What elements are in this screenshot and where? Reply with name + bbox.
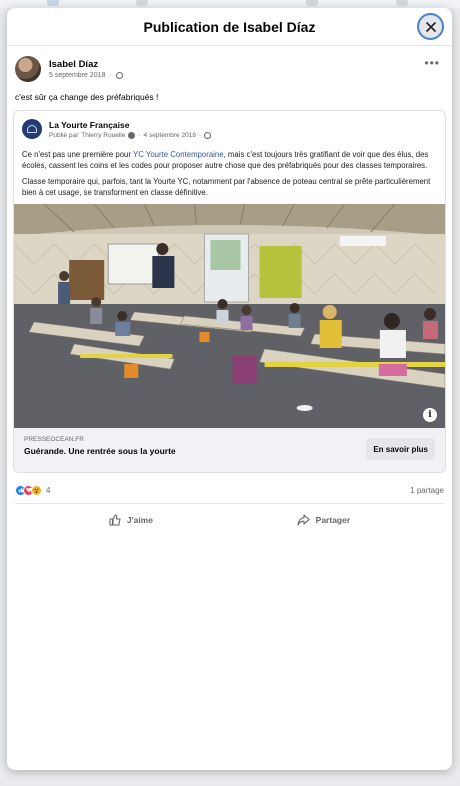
more-options-button[interactable]: ••• <box>424 56 440 70</box>
share-button[interactable]: Partager <box>297 508 351 532</box>
info-icon <box>128 131 136 139</box>
published-by-name[interactable]: Thierry Rouelle <box>81 132 125 139</box>
yurt-logo-icon <box>27 125 37 133</box>
paragraph-text: Ce n'est pas une première pour <box>22 150 133 159</box>
page-name[interactable]: La Yourte Française <box>49 120 211 130</box>
background-toolbar <box>0 0 460 8</box>
share-arrow-icon <box>297 514 310 526</box>
shared-meta: Publié par Thierry Rouelle · 4 septembre… <box>49 131 212 139</box>
globe-icon <box>115 72 123 79</box>
author-name[interactable]: Isabel Díaz <box>49 59 123 70</box>
thumbs-up-icon <box>109 514 121 526</box>
reactions-summary[interactable]: 4 <box>15 484 51 496</box>
info-icon[interactable]: i <box>423 408 437 422</box>
post-date[interactable]: 5 septembre 2018 <box>49 72 105 79</box>
wow-reaction-icon <box>31 484 42 496</box>
classroom-photo <box>14 204 445 428</box>
reactions-row: 4 1 partage <box>7 473 452 499</box>
globe-icon <box>204 131 212 139</box>
like-label: J'aime <box>126 515 153 525</box>
shared-author: La Yourte Française Publié par Thierry R… <box>49 120 212 139</box>
author-block: Isabel Díaz 5 septembre 2018 · <box>49 59 123 79</box>
modal-header: Publication de Isabel Díaz <box>7 8 452 46</box>
dot-separator: · <box>138 131 141 139</box>
published-by-label: Publié par <box>49 131 79 139</box>
link-preview-footer[interactable]: PRESSEOCEAN.FR Guérande. Une rentrée sou… <box>14 428 445 472</box>
shared-date[interactable]: 4 septembre 2018 <box>144 132 196 139</box>
post-header: Isabel Díaz 5 septembre 2018 · ••• <box>7 46 452 82</box>
background-icon <box>136 0 148 6</box>
post-meta: 5 septembre 2018 · <box>49 72 123 79</box>
background-icon <box>47 0 59 6</box>
page-link[interactable]: YC Yourte Contemporaine <box>133 150 224 159</box>
shared-post: La Yourte Française Publié par Thierry R… <box>13 110 446 473</box>
close-button[interactable] <box>417 13 444 40</box>
post-modal: Publication de Isabel Díaz Isabel Díaz 5… <box>7 8 452 770</box>
dot-separator: · <box>109 72 112 79</box>
author-avatar[interactable] <box>15 56 41 82</box>
like-button[interactable]: J'aime <box>109 508 153 532</box>
post-text: c'est sûr ça change des préfabriqués ! <box>15 92 159 102</box>
shared-paragraph-2: Classe temporaire qui, parfois, tant la … <box>22 177 431 197</box>
close-icon <box>425 21 436 32</box>
background-icon <box>396 0 408 6</box>
background-icon <box>306 0 318 6</box>
page-avatar[interactable] <box>22 119 42 139</box>
post-actions: J'aime Partager <box>7 504 452 536</box>
more-icon: ••• <box>424 56 440 70</box>
shared-body: Ce n'est pas une première pour YC Yourte… <box>14 139 445 198</box>
learn-more-button[interactable]: En savoir plus <box>366 438 435 460</box>
share-label: Partager <box>315 515 351 525</box>
shared-header: La Yourte Française Publié par Thierry R… <box>14 111 445 139</box>
shared-paragraph-1: Ce n'est pas une première pour YC Yourte… <box>22 149 437 171</box>
modal-title: Publication de Isabel Díaz <box>143 18 316 35</box>
dot-separator: · <box>198 131 202 139</box>
reaction-count: 4 <box>46 485 51 495</box>
share-count[interactable]: 1 partage <box>410 486 444 495</box>
article-photo[interactable]: i <box>14 204 445 428</box>
